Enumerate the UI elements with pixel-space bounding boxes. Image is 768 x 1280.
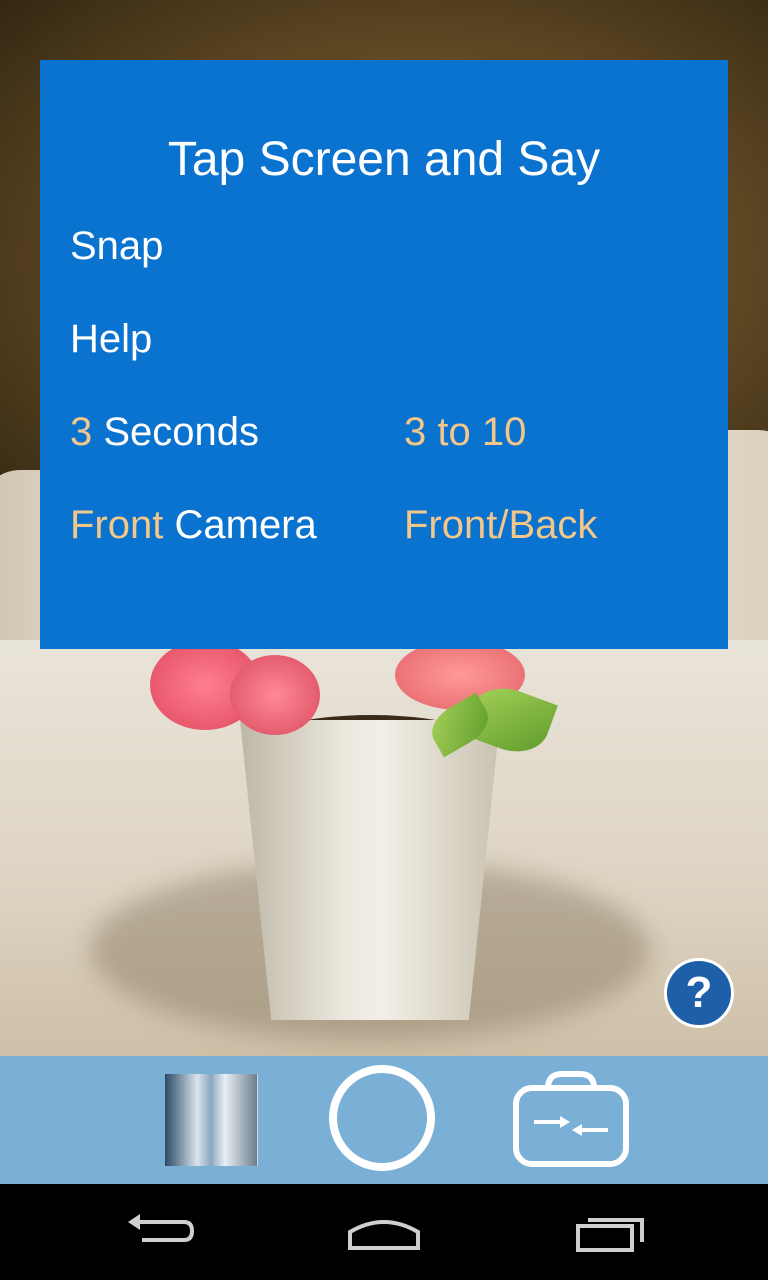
last-photo-thumbnail[interactable] — [165, 1074, 258, 1166]
shutter-button[interactable] — [329, 1065, 435, 1171]
command-snap: Snap — [70, 226, 163, 266]
command-seconds: 3 Seconds — [70, 412, 259, 452]
command-word: Help — [70, 317, 153, 361]
voice-commands-overlay[interactable]: Tap Screen and Say Snap Help 3 Seconds 3… — [40, 60, 728, 649]
preview-flower — [230, 655, 320, 735]
command-word: Seconds — [103, 410, 260, 454]
command-camera-range: Front/Back — [404, 503, 598, 547]
command-seconds-range: 3 to 10 — [404, 410, 527, 454]
question-mark-icon: ? — [685, 968, 713, 1017]
command-word: Camera — [174, 503, 317, 547]
command-camera: Front Camera — [70, 505, 317, 545]
command-help: Help — [70, 319, 152, 359]
overlay-title: Tap Screen and Say — [167, 133, 601, 186]
home-icon[interactable] — [346, 1212, 422, 1252]
switch-camera-icon[interactable] — [512, 1070, 630, 1168]
command-word: Snap — [70, 224, 164, 268]
preview-flower-pot — [240, 720, 500, 1020]
command-prefix: Front — [70, 503, 164, 547]
help-button[interactable]: ? — [664, 958, 734, 1028]
command-prefix: 3 — [70, 410, 93, 454]
back-icon[interactable] — [124, 1212, 196, 1252]
recents-icon[interactable] — [574, 1212, 646, 1252]
